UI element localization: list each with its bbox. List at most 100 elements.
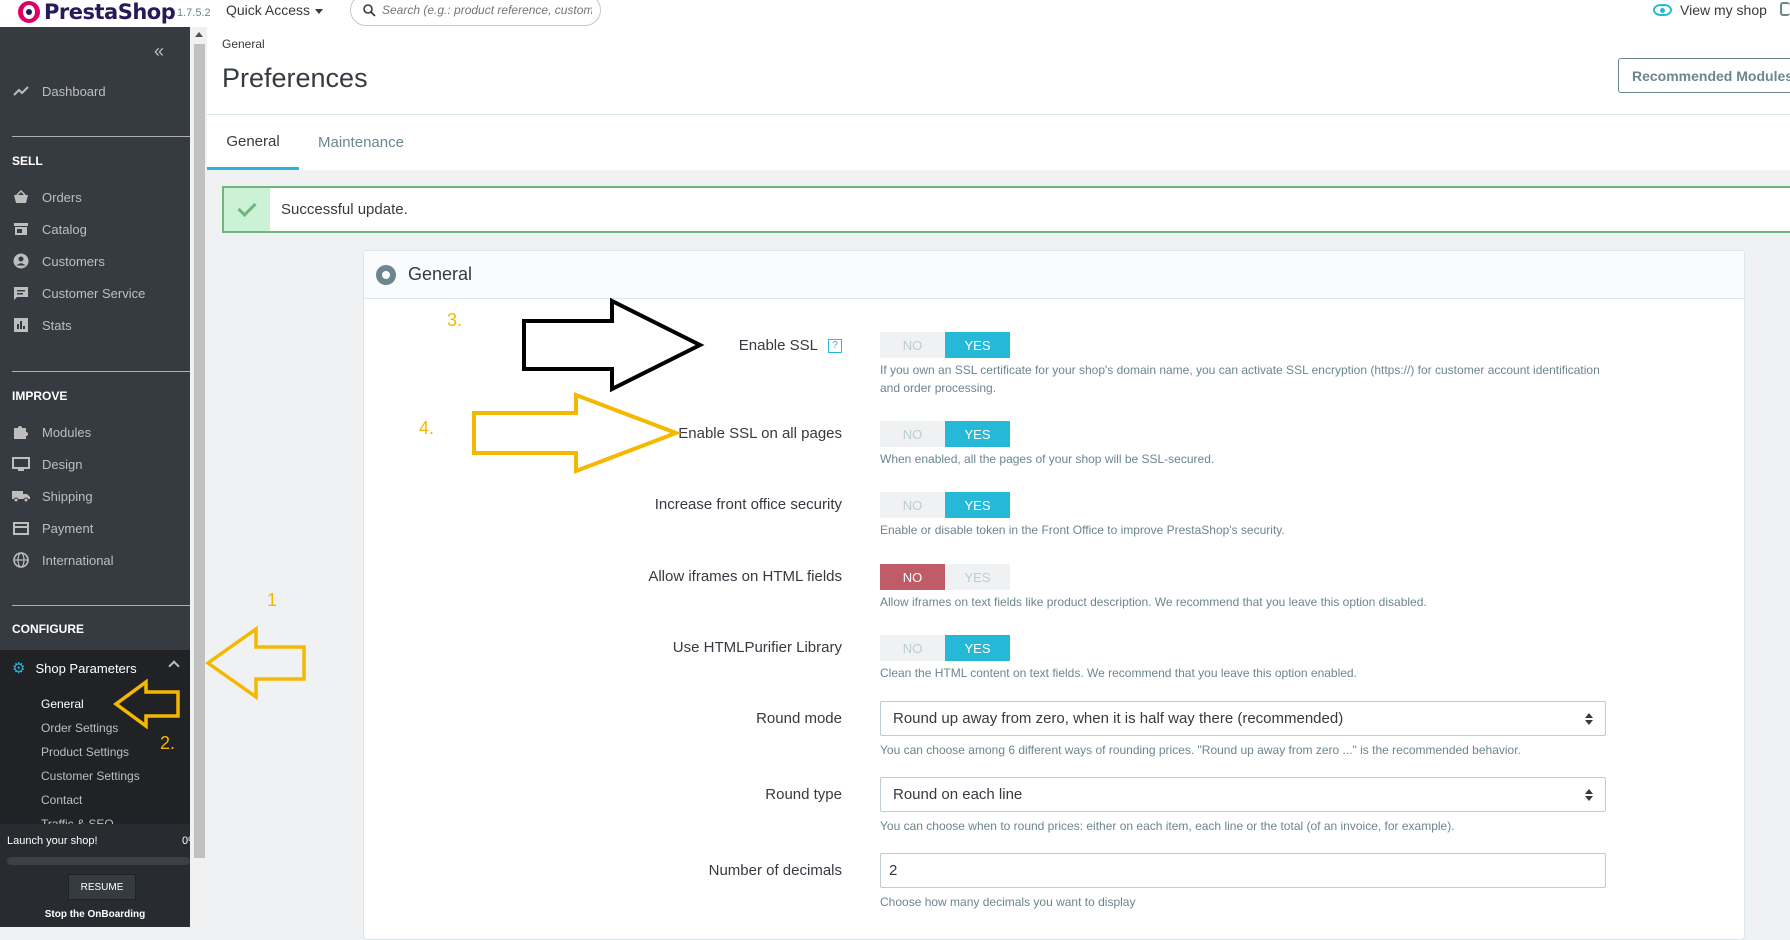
chat-icon: [12, 285, 30, 301]
desktop-icon: [12, 456, 30, 472]
eye-icon: [1653, 4, 1672, 16]
switch-yes-option[interactable]: YES: [945, 564, 1010, 590]
settings-icon: ⚙: [12, 660, 26, 677]
round-type-hint: You can choose when to round prices: eit…: [880, 819, 1455, 833]
annotation-arrow-3: [522, 297, 705, 393]
bar-chart-icon: [12, 317, 30, 333]
enable-ssl-label: Enable SSL: [738, 337, 818, 354]
switch-yes-option[interactable]: YES: [945, 492, 1010, 518]
enable-ssl-hint: If you own an SSL certificate for your s…: [880, 363, 1600, 395]
select-arrows-icon: [1585, 789, 1593, 801]
view-my-shop-link[interactable]: View my shop: [1653, 2, 1767, 18]
annotation-step-4: 4.: [419, 418, 435, 438]
scroll-up-arrow-icon[interactable]: [195, 32, 203, 37]
section-title-sell: SELL: [12, 154, 43, 168]
htmlpurifier-hint: Clean the HTML content on text fields. W…: [880, 666, 1357, 680]
version-label: 1.7.5.2: [177, 7, 211, 19]
scrollbar-thumb[interactable]: [194, 44, 205, 858]
notifications-icon[interactable]: [1780, 2, 1790, 16]
section-title-configure: CONFIGURE: [12, 622, 84, 636]
round-type-label: Round type: [765, 786, 842, 803]
tab-general[interactable]: General: [207, 115, 299, 170]
switch-no-option[interactable]: NO: [880, 564, 945, 590]
onboarding-widget: Launch your shop! 0% RESUME Stop the OnB…: [0, 824, 190, 927]
sidebar-item-customers[interactable]: Customers: [12, 250, 105, 272]
sidebar-item-design[interactable]: Design: [12, 453, 82, 475]
sidebar-item-payment[interactable]: Payment: [12, 517, 93, 539]
sidebar-item-shipping[interactable]: Shipping: [12, 485, 93, 507]
caret-down-icon: [315, 8, 324, 14]
resume-button[interactable]: RESUME: [68, 874, 136, 900]
top-header: PrestaShop 1.7.5.2 Quick Access View my …: [0, 0, 1790, 27]
divider: [12, 371, 190, 372]
annotation-arrow-4: [472, 392, 682, 474]
switch-no-option[interactable]: NO: [880, 492, 945, 518]
submenu-item-general[interactable]: General: [41, 697, 84, 711]
gear-icon: [373, 264, 399, 285]
sidebar-item-stats[interactable]: Stats: [12, 314, 72, 336]
collapse-sidebar-icon[interactable]: «: [154, 41, 164, 62]
allow-iframes-switch[interactable]: NO YES: [880, 564, 1010, 590]
recommended-modules-button[interactable]: Recommended Modules: [1618, 58, 1790, 93]
decimals-label: Number of decimals: [708, 862, 842, 879]
check-icon: [224, 188, 270, 231]
annotation-arrow-1: [204, 625, 306, 701]
submenu-item-contact[interactable]: Contact: [41, 793, 82, 807]
puzzle-icon: [12, 424, 30, 440]
page-header: General Preferences Recommended Modules: [207, 27, 1790, 115]
search-icon: [363, 3, 376, 17]
divider: [12, 605, 190, 606]
sidebar-item-orders[interactable]: Orders: [12, 186, 82, 208]
help-icon[interactable]: ?: [828, 339, 842, 354]
ssl-all-pages-switch[interactable]: NO YES: [880, 421, 1010, 447]
round-mode-label: Round mode: [756, 710, 842, 727]
decimals-hint: Choose how many decimals you want to dis…: [880, 895, 1136, 909]
section-title-improve: IMPROVE: [12, 389, 68, 403]
sidebar-item-international[interactable]: International: [12, 549, 114, 571]
submenu-item-product-settings[interactable]: Product Settings: [41, 745, 129, 759]
allow-iframes-label: Allow iframes on HTML fields: [648, 568, 842, 585]
annotation-arrow-2: [113, 678, 180, 730]
prestashop-logo-icon: [18, 1, 40, 23]
store-icon: [12, 221, 30, 237]
stop-onboarding-link[interactable]: Stop the OnBoarding: [0, 909, 190, 920]
basket-icon: [12, 189, 30, 205]
breadcrumb[interactable]: General: [222, 37, 265, 51]
truck-icon: [12, 488, 30, 504]
chevron-up-icon: [168, 660, 180, 672]
prestashop-logo[interactable]: PrestaShop: [18, 0, 176, 24]
success-alert: Successful update.: [222, 186, 1790, 233]
htmlpurifier-switch[interactable]: NO YES: [880, 635, 1010, 661]
decimals-input[interactable]: [880, 853, 1606, 888]
search-box[interactable]: [350, 0, 601, 26]
sidebar-item-catalog[interactable]: Catalog: [12, 218, 87, 240]
enable-ssl-switch[interactable]: NO YES: [880, 332, 1010, 358]
round-mode-select[interactable]: Round up away from zero, when it is half…: [880, 701, 1606, 736]
submenu-item-order-settings[interactable]: Order Settings: [41, 721, 118, 735]
switch-yes-option[interactable]: YES: [945, 421, 1010, 447]
switch-yes-option[interactable]: YES: [945, 635, 1010, 661]
divider: [12, 136, 190, 137]
sidebar: « Dashboard SELL Orders Catalog Customer…: [0, 27, 190, 927]
tabs-bar: General Maintenance: [207, 115, 1790, 170]
quick-access-dropdown[interactable]: Quick Access: [226, 2, 324, 18]
switch-yes-option[interactable]: YES: [945, 332, 1010, 358]
ssl-all-pages-hint: When enabled, all the pages of your shop…: [880, 452, 1215, 466]
page-title: Preferences: [222, 63, 368, 93]
credit-card-icon: [12, 520, 30, 536]
sidebar-item-dashboard[interactable]: Dashboard: [12, 80, 106, 102]
sidebar-item-modules[interactable]: Modules: [12, 421, 91, 443]
switch-no-option[interactable]: NO: [880, 421, 945, 447]
tab-maintenance[interactable]: Maintenance: [299, 115, 423, 170]
account-circle-icon: [12, 253, 30, 269]
switch-no-option[interactable]: NO: [880, 332, 945, 358]
round-type-select[interactable]: Round on each line: [880, 777, 1606, 812]
sidebar-item-customer-service[interactable]: Customer Service: [12, 282, 145, 304]
switch-no-option[interactable]: NO: [880, 635, 945, 661]
front-office-security-switch[interactable]: NO YES: [880, 492, 1010, 518]
select-arrows-icon: [1585, 713, 1593, 725]
onboarding-progress-bar: [7, 857, 190, 865]
search-input[interactable]: [382, 3, 592, 17]
submenu-item-customer-settings[interactable]: Customer Settings: [41, 769, 140, 783]
annotation-step-2: 2.: [160, 733, 176, 753]
